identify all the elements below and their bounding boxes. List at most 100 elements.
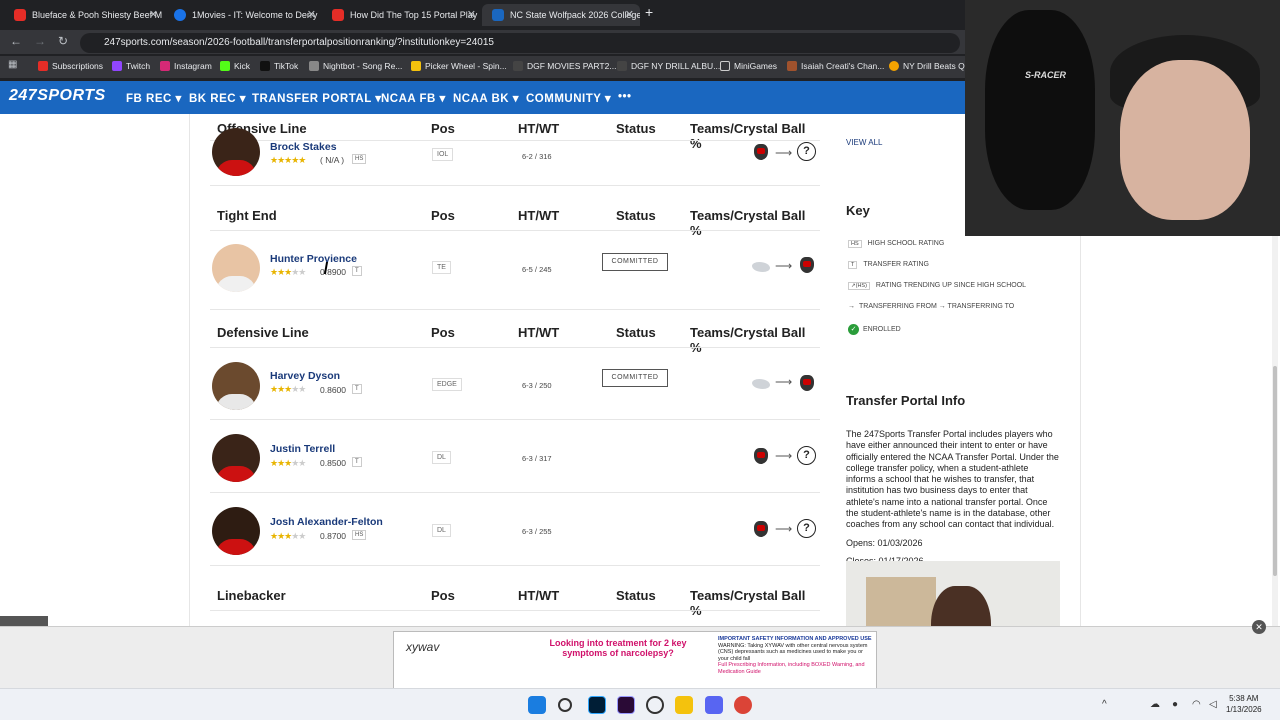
- folder-icon[interactable]: [675, 696, 693, 714]
- site-logo[interactable]: 247SPORTS: [9, 87, 106, 105]
- start-icon[interactable]: [528, 696, 546, 714]
- clock[interactable]: 5:38 AM 1/13/2026: [1226, 693, 1262, 715]
- height-weight: 6-5 / 245: [522, 265, 552, 274]
- premiere-icon[interactable]: [617, 696, 635, 714]
- team-logo-icon[interactable]: [754, 448, 768, 464]
- table-row[interactable]: Justin Terrell ★★★★★ 0.8500 T DL 6-3 / 3…: [210, 420, 820, 493]
- player-rating: 0.8500: [320, 458, 346, 468]
- key-item: T TRANSFER RATING: [848, 261, 929, 269]
- star-rating: ★★★★★: [270, 155, 306, 165]
- player-name[interactable]: Harvey Dyson: [270, 370, 340, 382]
- ad-brand-logo: xywav: [406, 640, 440, 654]
- table-row[interactable]: Hunter Provience ★★★★★ 0.8900 T TE 6-5 /…: [210, 230, 820, 310]
- close-icon[interactable]: ✕: [1252, 620, 1266, 634]
- player-rating: 0.8700: [320, 531, 346, 541]
- cloud-icon[interactable]: ☁: [1150, 699, 1160, 710]
- previous-team-logo-icon[interactable]: [752, 262, 770, 272]
- player-name[interactable]: Josh Alexander-Felton: [270, 516, 383, 528]
- browser-tab[interactable]: Blueface & Pooh Shiesty Beef M ✕: [4, 4, 164, 26]
- bookmark-item[interactable]: TikTok: [260, 61, 298, 71]
- apps-icon[interactable]: ▦: [8, 59, 17, 70]
- browser-tab[interactable]: How Did The Top 15 Portal Play ✕: [322, 4, 482, 26]
- col-status: Status: [616, 325, 656, 340]
- nav-label: NCAA FB: [381, 93, 436, 105]
- bookmark-item[interactable]: MiniGames: [720, 61, 777, 71]
- chrome-icon[interactable]: [734, 696, 752, 714]
- bookmark-label: Nightbot - Song Re...: [323, 61, 403, 71]
- unknown-destination-icon[interactable]: ?: [797, 446, 816, 465]
- bookmark-label: DGF MOVIES PART2...: [527, 61, 617, 71]
- nav-ncaa-bk[interactable]: NCAA BK ▾: [453, 91, 519, 105]
- bookmark-item[interactable]: DGF NY DRILL ALBU...: [617, 61, 720, 71]
- nav-bk-rec[interactable]: BK REC ▾: [189, 91, 246, 105]
- bookmark-item[interactable]: Nightbot - Song Re...: [309, 61, 402, 71]
- player-name[interactable]: Hunter Provience: [270, 253, 357, 265]
- player-name[interactable]: Justin Terrell: [270, 443, 335, 455]
- browser-tab[interactable]: 1Movies - IT: Welcome to Derry ✕: [164, 4, 322, 26]
- tiktok-icon: [260, 61, 270, 71]
- page-icon: [617, 61, 627, 71]
- bookmark-label: Instagram: [174, 61, 212, 71]
- bookmark-item[interactable]: Twitch: [112, 61, 150, 71]
- close-icon[interactable]: ✕: [307, 4, 316, 26]
- scrollbar[interactable]: [1272, 236, 1278, 688]
- chevron-up-icon[interactable]: ^: [1102, 699, 1107, 710]
- reload-icon[interactable]: ↻: [58, 34, 68, 48]
- new-tab-icon[interactable]: +: [645, 4, 653, 20]
- arrow-icon: →: [848, 303, 855, 310]
- unknown-destination-icon[interactable]: ?: [797, 519, 816, 538]
- nav-transfer-portal[interactable]: TRANSFER PORTAL ▾: [252, 91, 382, 105]
- unknown-destination-icon[interactable]: ?: [797, 142, 816, 161]
- transfer-arrow-icon: ⟶: [775, 375, 793, 389]
- section-header: Defensive Line Pos HT/WT Status Teams/Cr…: [217, 325, 817, 355]
- table-row[interactable]: Harvey Dyson ★★★★★ 0.8600 T EDGE 6-3 / 2…: [210, 347, 820, 420]
- discord-icon[interactable]: [705, 696, 723, 714]
- close-icon[interactable]: ✕: [149, 4, 158, 26]
- table-row[interactable]: Josh Alexander-Felton ★★★★★ 0.8700 HS DL…: [210, 493, 820, 566]
- bookmark-item[interactable]: Picker Wheel - Spin...: [411, 61, 507, 71]
- scrollbar-thumb[interactable]: [1273, 366, 1277, 576]
- key-item: ✓ ENROLLED: [848, 324, 901, 335]
- bookmark-item[interactable]: Isaiah Creati's Chan...: [787, 61, 884, 71]
- player-name[interactable]: Brock Stakes: [270, 141, 337, 153]
- url-bar[interactable]: 247sports.com/season/2026-football/trans…: [80, 33, 960, 53]
- team-logo-icon[interactable]: [754, 144, 768, 160]
- close-icon[interactable]: ✕: [625, 4, 634, 26]
- bookmark-item[interactable]: NY Drill Beats Q: [889, 61, 965, 71]
- youtube-icon: [332, 9, 344, 21]
- ad-safety-info: IMPORTANT SAFETY INFORMATION AND APPROVE…: [718, 636, 874, 675]
- nav-community[interactable]: COMMUNITY ▾: [526, 91, 611, 105]
- mic-icon[interactable]: ●: [1172, 699, 1178, 710]
- volume-icon[interactable]: ◁: [1209, 699, 1217, 710]
- team-logo-icon[interactable]: [800, 257, 814, 273]
- table-row[interactable]: Brock Stakes ★★★★★ ( N/A ) HS IOL 6-2 / …: [210, 114, 820, 186]
- browser-tab-active[interactable]: NC State Wolfpack 2026 College ✕: [482, 4, 640, 26]
- ad-creative[interactable]: xywav Looking into treatment for 2 key s…: [393, 631, 877, 689]
- status-badge: COMMITTED: [602, 253, 668, 271]
- back-icon[interactable]: ←: [10, 34, 22, 48]
- photoshop-icon[interactable]: [588, 696, 606, 714]
- ad-safety-link[interactable]: Full Prescribing Information, including …: [718, 662, 865, 675]
- bookmark-item[interactable]: Subscriptions: [38, 61, 103, 71]
- close-icon[interactable]: ✕: [467, 4, 476, 26]
- nav-fb-rec[interactable]: FB REC ▾: [126, 91, 182, 105]
- team-logo-icon[interactable]: [754, 521, 768, 537]
- bookmark-item[interactable]: Kick: [220, 61, 250, 71]
- previous-team-logo-icon[interactable]: [752, 379, 770, 389]
- forward-icon[interactable]: →: [34, 34, 46, 48]
- key-label: HIGH SCHOOL RATING: [867, 240, 945, 247]
- obs-icon[interactable]: [646, 696, 664, 714]
- team-logo-icon[interactable]: [800, 375, 814, 391]
- bookmark-item[interactable]: DGF MOVIES PART2...: [513, 61, 616, 71]
- instagram-icon: [160, 61, 170, 71]
- more-icon[interactable]: •••: [618, 91, 632, 103]
- search-icon[interactable]: [558, 698, 572, 712]
- key-label: TRANSFERRING FROM → TRANSFERRING TO: [859, 303, 1015, 310]
- bookmark-item[interactable]: Instagram: [160, 61, 212, 71]
- col-pos: Pos: [431, 588, 455, 603]
- avatar: [212, 434, 260, 482]
- wifi-icon[interactable]: ◠: [1192, 699, 1201, 710]
- nav-ncaa-fb[interactable]: NCAA FB ▾: [381, 91, 446, 105]
- view-all-link[interactable]: VIEW ALL: [846, 138, 882, 147]
- key-label: ENROLLED: [863, 326, 901, 333]
